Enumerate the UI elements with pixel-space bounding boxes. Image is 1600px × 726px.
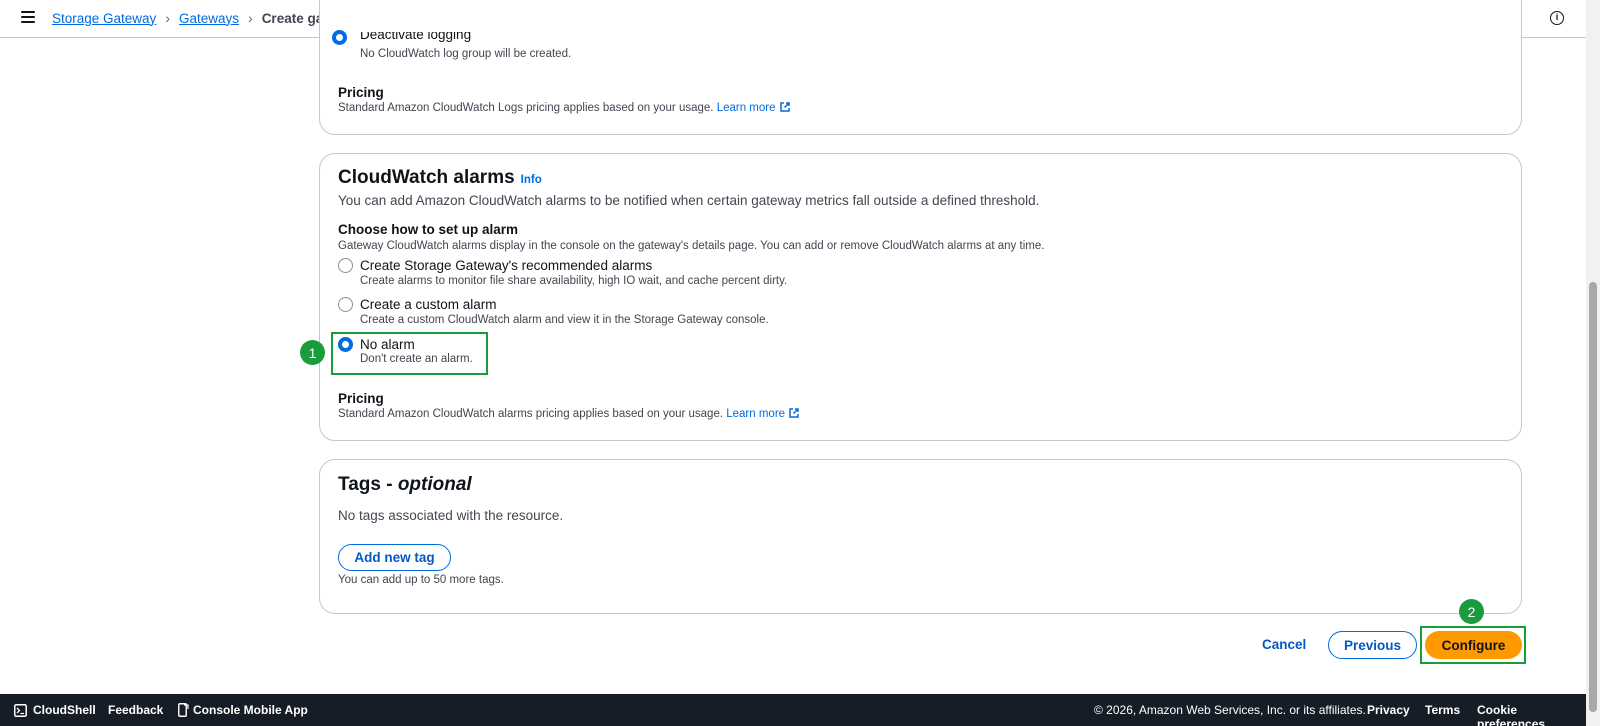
logging-learn-more-link[interactable]: Learn more <box>717 102 790 114</box>
alarms-pricing-label: Pricing <box>338 391 384 406</box>
choose-alarm-label: Choose how to set up alarm <box>338 222 519 237</box>
chevron-right-icon: › <box>165 10 170 26</box>
alarms-description: You can add Amazon CloudWatch alarms to … <box>338 193 1040 208</box>
cloudwatch-alarms-panel: CloudWatch alarms Info You can add Amazon… <box>319 153 1522 441</box>
logging-pricing-label: Pricing <box>338 85 384 100</box>
breadcrumb: Storage Gateway › Gateways › Create gate… <box>52 10 361 26</box>
menu-icon[interactable] <box>21 11 35 23</box>
tags-title: Tags - <box>338 474 398 495</box>
logging-pricing-text: Standard Amazon CloudWatch Logs pricing … <box>338 102 790 114</box>
cloudshell-link[interactable]: CloudShell <box>33 703 96 717</box>
no-alarm-highlight <box>331 332 488 375</box>
cookie-preferences-link[interactable]: Cookie preferences <box>1477 703 1586 726</box>
choose-alarm-hint: Gateway CloudWatch alarms display in the… <box>338 240 1045 252</box>
copyright-text: © 2026, Amazon Web Services, Inc. or its… <box>1094 703 1366 717</box>
deactivate-logging-radio[interactable] <box>332 30 347 45</box>
console-footer: CloudShell Feedback Console Mobile App ©… <box>0 694 1586 726</box>
privacy-link[interactable]: Privacy <box>1367 703 1410 717</box>
breadcrumb-gateways[interactable]: Gateways <box>179 11 239 26</box>
cancel-button[interactable]: Cancel <box>1262 637 1306 652</box>
external-link-icon <box>789 408 799 418</box>
tags-heading: Tags - optional <box>338 474 472 496</box>
alarms-pricing-desc: Standard Amazon CloudWatch alarms pricin… <box>338 408 724 420</box>
mobile-app-icon <box>178 703 189 717</box>
alarms-title: CloudWatch alarms <box>338 167 515 188</box>
logging-pricing-desc: Standard Amazon CloudWatch Logs pricing … <box>338 102 714 114</box>
tags-optional: optional <box>397 474 472 495</box>
deactivate-logging-label: Deactivate logging <box>360 32 472 42</box>
breadcrumb-storage-gateway[interactable]: Storage Gateway <box>52 11 156 26</box>
annotation-badge-1: 1 <box>300 340 325 365</box>
learn-more-text: Learn more <box>726 408 786 420</box>
alarms-learn-more-link[interactable]: Learn more <box>726 408 799 420</box>
cloudshell-icon <box>14 704 27 717</box>
previous-button[interactable]: Previous <box>1328 631 1417 659</box>
learn-more-text: Learn more <box>716 102 776 114</box>
info-icon[interactable]: i <box>1550 11 1564 25</box>
recommended-alarms-radio[interactable] <box>338 258 353 273</box>
page-scrollbar[interactable] <box>1586 0 1600 726</box>
external-link-icon <box>779 102 790 112</box>
annotation-badge-2: 2 <box>1459 599 1484 624</box>
recommended-alarms-label[interactable]: Create Storage Gateway's recommended ala… <box>360 258 652 273</box>
custom-alarm-desc: Create a custom CloudWatch alarm and vie… <box>360 314 769 326</box>
add-new-tag-button[interactable]: Add new tag <box>338 544 451 571</box>
custom-alarm-radio[interactable] <box>338 297 353 312</box>
logging-panel: Deactivate logging No CloudWatch log gro… <box>319 0 1522 135</box>
tags-limit-text: You can add up to 50 more tags. <box>338 574 504 586</box>
feedback-link[interactable]: Feedback <box>108 703 163 717</box>
configure-highlight <box>1420 626 1526 664</box>
chevron-right-icon: › <box>248 10 253 26</box>
scrollbar-thumb[interactable] <box>1589 282 1597 712</box>
deactivate-logging-desc: No CloudWatch log group will be created. <box>360 48 572 60</box>
recommended-alarms-desc: Create alarms to monitor file share avai… <box>360 275 788 287</box>
info-link[interactable]: Info <box>521 174 542 186</box>
custom-alarm-label[interactable]: Create a custom alarm <box>360 297 497 312</box>
alarms-heading: CloudWatch alarms Info <box>338 167 542 189</box>
alarms-pricing-text: Standard Amazon CloudWatch alarms pricin… <box>338 408 799 420</box>
tags-empty-text: No tags associated with the resource. <box>338 508 564 523</box>
console-mobile-app-link[interactable]: Console Mobile App <box>193 703 308 717</box>
tags-panel: Tags - optional No tags associated with … <box>319 459 1522 614</box>
terms-link[interactable]: Terms <box>1425 703 1460 717</box>
